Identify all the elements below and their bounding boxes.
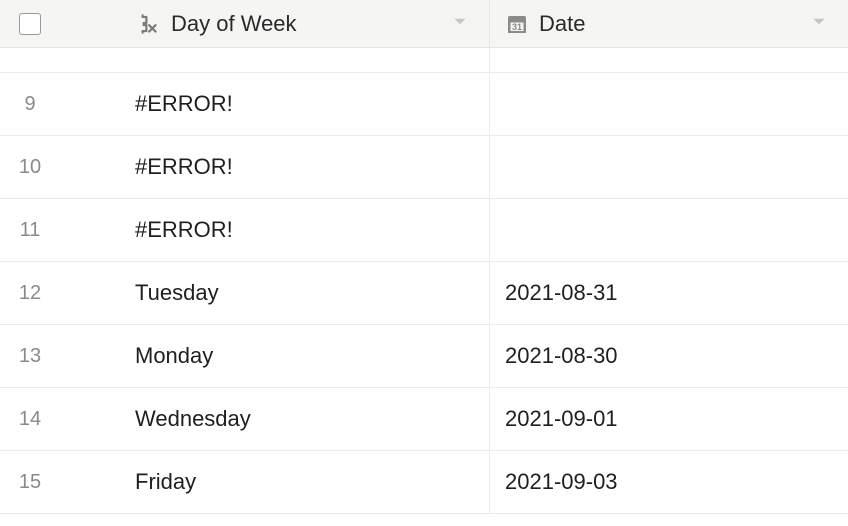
calendar-icon: 31 [505,12,529,36]
select-all-checkbox[interactable] [19,13,41,35]
cell-date[interactable] [490,73,848,135]
table-header-row: Day of Week 31 Date [0,0,848,48]
cell-date[interactable] [490,199,848,261]
cell-dayofweek[interactable]: Wednesday [60,388,490,450]
cell-dayofweek[interactable]: Tuesday [60,262,490,324]
cell-dayofweek[interactable]: Friday [60,451,490,513]
table-row[interactable]: 14 Wednesday 2021-09-01 [0,388,848,451]
row-number: 11 [0,199,60,261]
row-number: 9 [0,73,60,135]
table-row[interactable]: 13 Monday 2021-08-30 [0,325,848,388]
row-number: 13 [0,325,60,387]
table-row[interactable]: 11 #ERROR! [0,199,848,262]
cell-dayofweek[interactable]: #ERROR! [60,199,490,261]
cell-date[interactable]: 2021-09-01 [490,388,848,450]
row-number: 10 [0,136,60,198]
table-body: 8 #ERROR! 9 #ERROR! 10 #ERROR! 11 #ERROR… [0,10,848,526]
header-checkbox-cell [0,0,60,47]
table-row[interactable]: 15 Friday 2021-09-03 [0,451,848,514]
svg-text:31: 31 [512,22,522,32]
formula-icon [135,11,161,37]
column-header-label: Date [539,11,585,37]
row-number: 15 [0,451,60,513]
cell-date[interactable] [490,136,848,198]
cell-date[interactable]: 2021-08-31 [490,262,848,324]
chevron-down-icon[interactable] [812,14,826,33]
column-header-date[interactable]: 31 Date [490,0,848,47]
column-header-dayofweek[interactable]: Day of Week [60,0,490,47]
table-row[interactable]: 12 Tuesday 2021-08-31 [0,262,848,325]
cell-date[interactable]: 2021-08-30 [490,325,848,387]
row-number: 14 [0,388,60,450]
chevron-down-icon[interactable] [453,14,467,33]
cell-dayofweek[interactable]: #ERROR! [60,136,490,198]
column-header-label: Day of Week [171,11,297,37]
cell-date[interactable]: 2021-09-03 [490,451,848,513]
table: Day of Week 31 Date 8 #ERROR! [0,0,848,526]
row-number: 12 [0,262,60,324]
table-row[interactable]: 10 #ERROR! [0,136,848,199]
cell-dayofweek[interactable]: Monday [60,325,490,387]
cell-dayofweek[interactable]: #ERROR! [60,73,490,135]
table-row[interactable]: 9 #ERROR! [0,73,848,136]
